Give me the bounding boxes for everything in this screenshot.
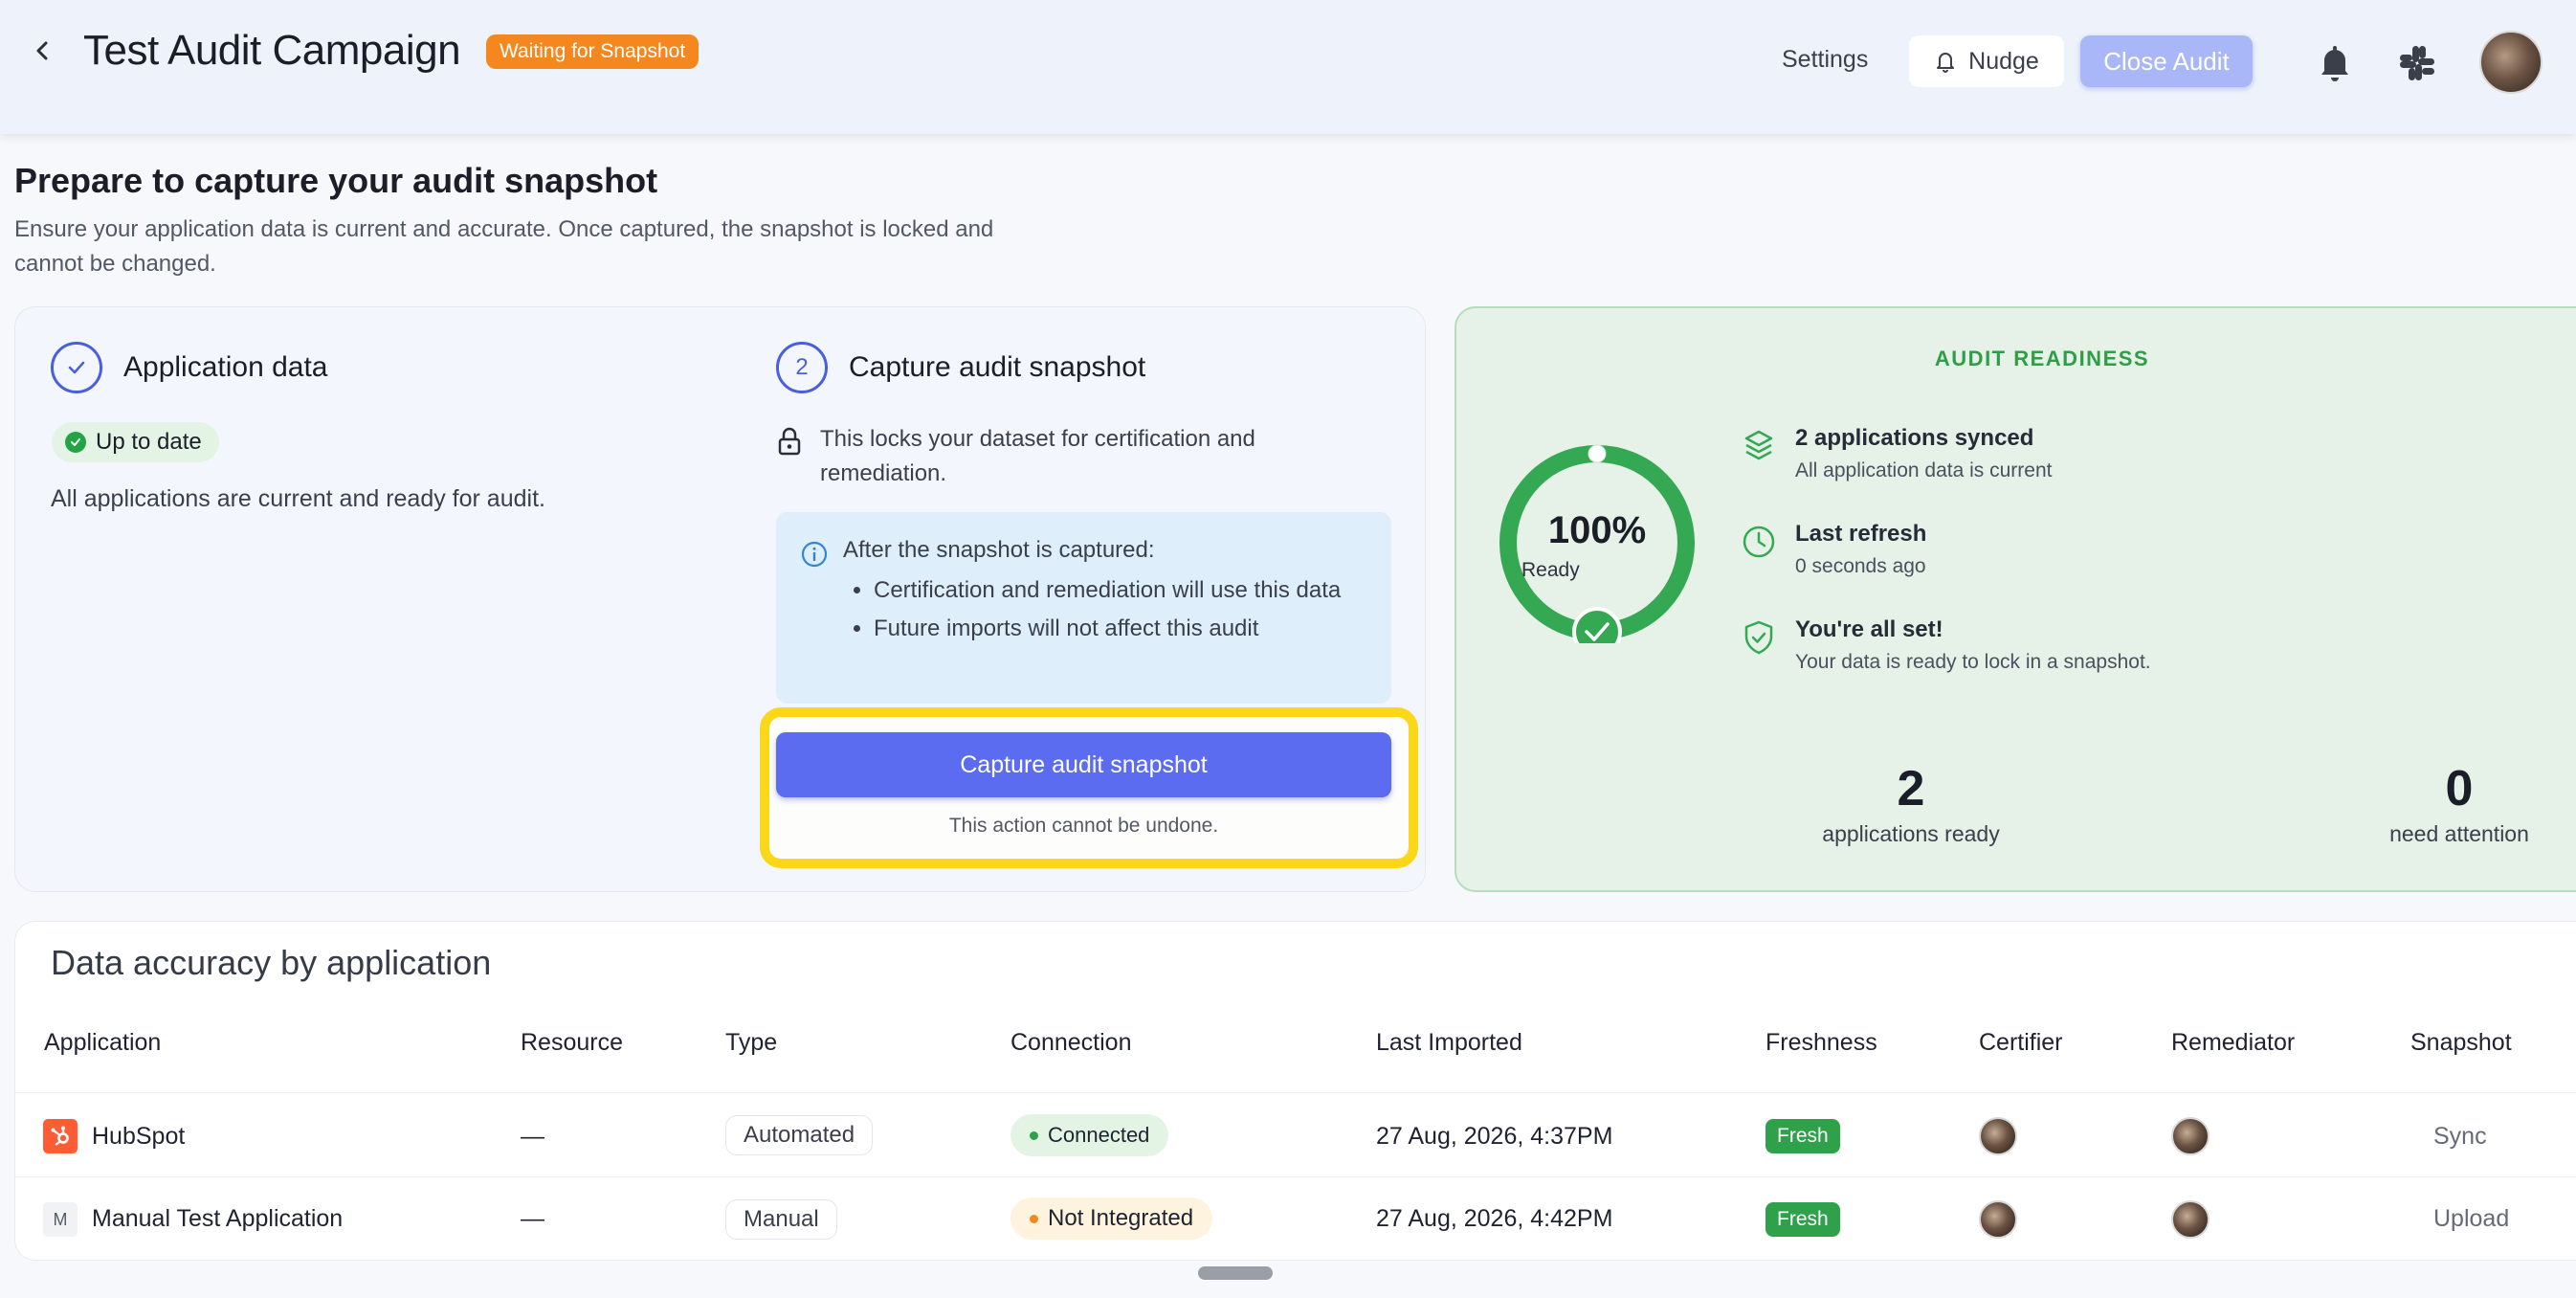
column-header[interactable]: Certifier	[1979, 1029, 2063, 1057]
column-header[interactable]: Remediator	[2171, 1029, 2295, 1057]
user-avatar[interactable]	[2479, 31, 2543, 94]
hubspot-icon	[43, 1119, 78, 1153]
column-header[interactable]: Freshness	[1765, 1029, 1877, 1057]
close-audit-button[interactable]: Close Audit	[2080, 35, 2253, 87]
lock-icon	[776, 426, 803, 457]
lock-note-text: This locks your dataset for certificatio…	[820, 426, 1255, 486]
row-divider	[15, 1176, 2576, 1177]
scroll-handle[interactable]	[1198, 1266, 1273, 1280]
remediator-avatar[interactable]	[2171, 1117, 2210, 1155]
page-title: Test Audit Campaign	[83, 27, 461, 74]
column-header[interactable]: Application	[44, 1029, 161, 1057]
nudge-button[interactable]: Nudge	[1909, 35, 2064, 87]
readiness-item-title: Last refresh	[1795, 521, 1927, 547]
freshness-badge: Fresh	[1765, 1119, 1840, 1153]
notification-bell-icon[interactable]	[2316, 42, 2354, 84]
info-title: After the snapshot is captured:	[843, 537, 1155, 563]
readiness-heading: AUDIT READINESS	[1934, 347, 2150, 370]
resource-cell: —	[521, 1205, 544, 1232]
table-title: Data accuracy by application	[51, 943, 492, 982]
layers-icon	[1740, 427, 1778, 465]
column-header[interactable]: Snapshot	[2410, 1029, 2512, 1057]
readiness-item-subtitle: 0 seconds ago	[1795, 555, 1926, 577]
info-list-item: Future imports will not affect this audi…	[874, 612, 1362, 646]
readiness-item-subtitle: Your data is ready to lock in a snapshot…	[1795, 651, 2151, 673]
step1-title: Application data	[123, 351, 328, 383]
need-attention-count: 0	[2445, 761, 2474, 817]
step1-check-icon	[51, 342, 102, 393]
applications-ready-count: 2	[1897, 761, 1925, 817]
resource-cell: —	[521, 1123, 544, 1150]
readiness-percent: 100%	[1547, 509, 1647, 551]
type-pill: Automated	[725, 1115, 874, 1155]
slack-icon[interactable]	[2396, 42, 2438, 84]
readiness-item-title: You're all set!	[1795, 616, 1943, 642]
connection-label: Not Integrated	[1048, 1205, 1194, 1231]
connection-status: Connected	[1010, 1114, 1169, 1156]
nudge-label: Nudge	[1968, 47, 2039, 75]
status-dot	[1030, 1214, 1038, 1223]
ring-check-icon	[1572, 607, 1622, 643]
clock-icon	[1740, 523, 1778, 561]
snapshot-steps-card: Application data Up to date All applicat…	[14, 306, 1426, 892]
sync-button[interactable]: Sync	[2433, 1123, 2487, 1151]
info-box: After the snapshot is captured: Certific…	[776, 512, 1391, 704]
connection-status: Not Integrated	[1010, 1197, 1213, 1240]
column-header[interactable]: Type	[725, 1029, 777, 1057]
data-accuracy-card: Data accuracy by application Application…	[14, 921, 2576, 1261]
readiness-item-title: 2 applications synced	[1795, 425, 2034, 451]
readiness-ring-label: Ready	[1521, 559, 1580, 581]
remediator-avatar[interactable]	[2171, 1200, 2210, 1239]
readiness-item-subtitle: All application data is current	[1795, 459, 2053, 481]
status-dot	[1030, 1130, 1038, 1140]
info-list-item: Certification and remediation will use t…	[874, 573, 1362, 608]
application-data-description: All applications are current and ready f…	[51, 485, 545, 512]
certifier-avatar[interactable]	[1979, 1200, 2017, 1239]
last-imported-cell: 27 Aug, 2026, 4:37PM	[1376, 1123, 1613, 1150]
applications-ready-label: applications ready	[1822, 821, 2000, 846]
settings-button[interactable]: Settings	[1782, 46, 1868, 74]
upload-button[interactable]: Upload	[2433, 1205, 2509, 1233]
manual-app-icon: M	[43, 1202, 78, 1237]
connection-label: Connected	[1048, 1123, 1150, 1147]
application-name[interactable]: Manual Test Application	[92, 1205, 343, 1233]
up-to-date-badge: Up to date	[52, 422, 219, 462]
capture-snapshot-button[interactable]: Capture audit snapshot	[776, 732, 1391, 797]
up-to-date-label: Up to date	[96, 429, 202, 455]
last-imported-cell: 27 Aug, 2026, 4:42PM	[1376, 1205, 1613, 1232]
shield-check-icon	[1740, 618, 1778, 657]
column-header[interactable]: Connection	[1010, 1029, 1131, 1057]
type-pill: Manual	[725, 1199, 837, 1240]
column-header[interactable]: Last Imported	[1376, 1029, 1522, 1057]
bell-outline-icon	[1937, 53, 1955, 73]
info-list: Certification and remediation will use t…	[874, 573, 1362, 650]
undo-warning: This action cannot be undone.	[948, 815, 1219, 837]
info-icon	[801, 541, 828, 568]
certifier-avatar[interactable]	[1979, 1117, 2017, 1155]
section-heading: Prepare to capture your audit snapshot	[14, 161, 658, 200]
application-name[interactable]: HubSpot	[92, 1123, 185, 1151]
back-arrow-icon[interactable]	[29, 34, 56, 67]
audit-readiness-card: AUDIT READINESS 100% Ready 2 application…	[1455, 306, 2576, 892]
top-bar: Test Audit Campaign Waiting for Snapshot…	[0, 0, 2576, 134]
freshness-badge: Fresh	[1765, 1202, 1840, 1237]
status-badge: Waiting for Snapshot	[486, 34, 700, 69]
section-description: Ensure your application data is current …	[14, 216, 994, 277]
need-attention-label: need attention	[2389, 821, 2529, 846]
column-header[interactable]: Resource	[521, 1029, 623, 1057]
step2-title: Capture audit snapshot	[849, 351, 1146, 383]
step2-number: 2	[776, 342, 828, 393]
row-divider	[15, 1092, 2576, 1093]
check-circle-icon	[65, 432, 86, 453]
